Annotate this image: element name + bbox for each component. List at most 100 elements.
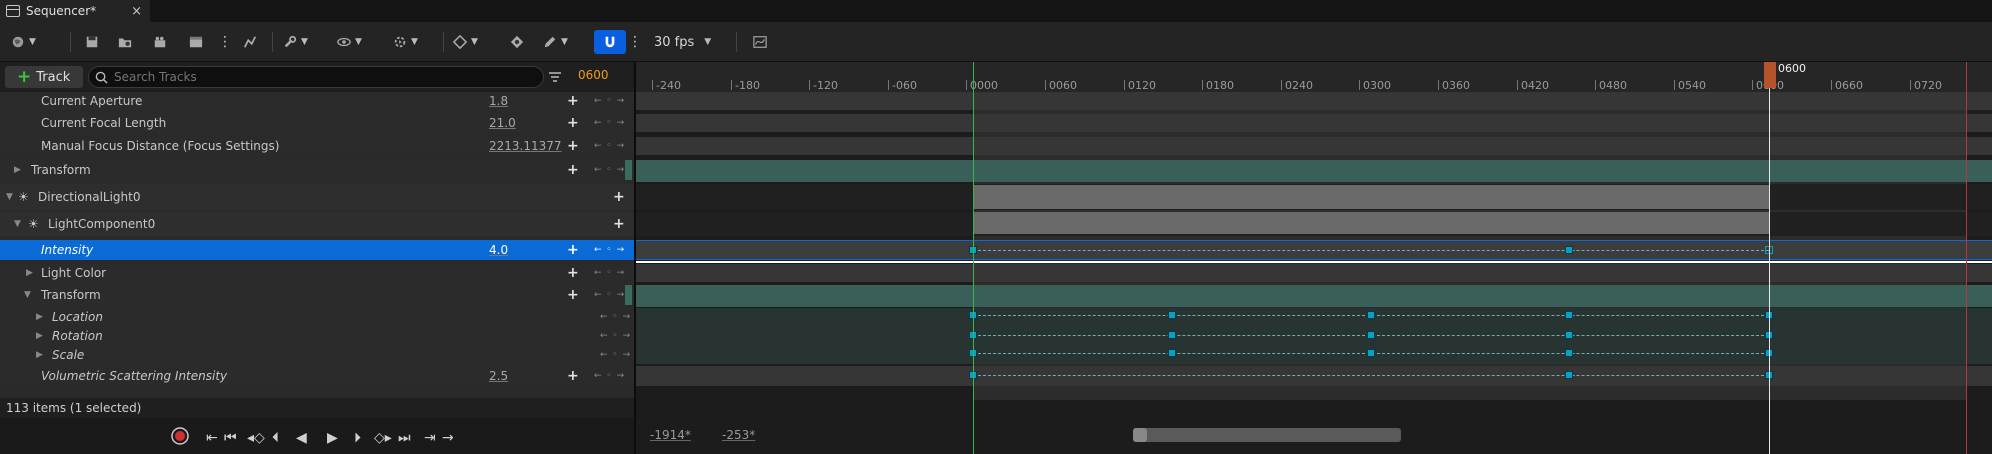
- add-key-icon[interactable]: +: [567, 138, 579, 154]
- track-value[interactable]: 2213.11377: [489, 139, 562, 153]
- key-nav-icon[interactable]: ← ◦ →: [594, 165, 625, 175]
- key-nav-icon[interactable]: ← ◦ →: [600, 312, 631, 322]
- key-nav-icon[interactable]: ← ◦ →: [594, 245, 625, 255]
- keyframe[interactable]: [1565, 331, 1573, 339]
- playhead-line[interactable]: [1769, 62, 1770, 454]
- collapse-arrow-icon[interactable]: ▼: [24, 290, 31, 300]
- section-bar[interactable]: [973, 185, 1769, 209]
- scrollbar-handle[interactable]: [1133, 428, 1147, 442]
- close-icon[interactable]: ×: [131, 4, 142, 19]
- transform-lane[interactable]: [636, 160, 1992, 182]
- add-track-button[interactable]: + Track: [5, 66, 83, 88]
- keyframe[interactable]: [1565, 311, 1573, 319]
- transform-channels[interactable]: [636, 308, 1992, 364]
- track-row[interactable]: Current Aperture 1.8 + ← ◦ →: [0, 92, 634, 110]
- track-value[interactable]: 21.0: [489, 116, 516, 130]
- key-nav-icon[interactable]: ← ◦ →: [594, 371, 625, 381]
- track-row-selected[interactable]: Intensity 4.0 + ← ◦ →: [0, 240, 634, 260]
- expand-arrow-icon[interactable]: ▶: [36, 350, 43, 360]
- track-value[interactable]: 4.0: [489, 243, 508, 257]
- playback-end-marker[interactable]: [1966, 62, 1967, 454]
- section-bar[interactable]: [973, 212, 1769, 234]
- transform-lane[interactable]: [636, 285, 1992, 307]
- expand-arrow-icon[interactable]: ▶: [14, 165, 21, 175]
- horizontal-scrollbar[interactable]: [1133, 428, 1401, 442]
- track-lane[interactable]: [636, 264, 1992, 282]
- search-input[interactable]: [114, 70, 514, 84]
- loop-button[interactable]: →: [442, 430, 454, 446]
- track-row[interactable]: ▶ Location ← ◦ →: [0, 308, 634, 326]
- world-button[interactable]: ▼: [10, 30, 36, 54]
- keyframe[interactable]: [1168, 331, 1176, 339]
- add-key-icon[interactable]: +: [567, 93, 579, 109]
- next-shot-button[interactable]: ⏭: [398, 430, 411, 446]
- prev-key-button[interactable]: ◂◇: [247, 430, 265, 446]
- track-row[interactable]: ▶ Transform + ← ◦ →: [0, 160, 634, 180]
- more-options-button[interactable]: ⋮: [218, 30, 232, 54]
- play-button[interactable]: ▶: [327, 430, 338, 446]
- keyframe[interactable]: [1168, 349, 1176, 357]
- step-forward-button[interactable]: ⏵: [354, 430, 361, 446]
- curve-editor-button[interactable]: [750, 30, 770, 54]
- component-lane[interactable]: [636, 212, 1992, 236]
- sequencer-tab[interactable]: Sequencer* ×: [0, 0, 150, 22]
- add-key-icon[interactable]: +: [613, 189, 625, 205]
- snap-options-button[interactable]: ⋮: [628, 30, 642, 54]
- track-value[interactable]: 1.8: [489, 94, 508, 108]
- expand-arrow-icon[interactable]: ▶: [36, 331, 43, 341]
- playback-options-button[interactable]: ▼: [392, 30, 418, 54]
- track-value[interactable]: 2.5: [489, 369, 508, 383]
- key-nav-icon[interactable]: ← ◦ →: [594, 268, 625, 278]
- track-row[interactable]: ▶ Rotation ← ◦ →: [0, 327, 634, 345]
- curve-button[interactable]: [240, 30, 260, 54]
- key-nav-icon[interactable]: ← ◦ →: [600, 331, 631, 341]
- step-back-button[interactable]: ⏴: [272, 430, 279, 446]
- key-nav-icon[interactable]: ← ◦ →: [594, 96, 625, 106]
- auto-key-button[interactable]: [507, 30, 527, 54]
- add-key-icon[interactable]: +: [567, 162, 579, 178]
- add-key-icon[interactable]: +: [567, 242, 579, 258]
- frame-rate-select[interactable]: 30 fps ▼: [654, 30, 711, 54]
- keyframe[interactable]: [1565, 371, 1573, 379]
- keyframe[interactable]: [1565, 246, 1573, 254]
- current-frame[interactable]: 0600: [578, 68, 609, 82]
- render-button[interactable]: [186, 30, 206, 54]
- intensity-lane[interactable]: [636, 240, 1992, 260]
- track-row[interactable]: Manual Focus Distance (Focus Settings) 2…: [0, 137, 634, 155]
- add-key-icon[interactable]: +: [567, 265, 579, 281]
- expand-arrow-icon[interactable]: ▶: [36, 312, 43, 322]
- view-options-button[interactable]: ▼: [336, 30, 362, 54]
- jump-start-button[interactable]: ⇤: [206, 430, 218, 446]
- track-row[interactable]: ▼ Transform + ← ◦ →: [0, 285, 634, 305]
- keyframe[interactable]: [1367, 331, 1375, 339]
- collapse-arrow-icon[interactable]: ▼: [14, 219, 21, 229]
- track-lane[interactable]: [636, 137, 1992, 155]
- add-key-icon[interactable]: +: [613, 216, 625, 232]
- track-row[interactable]: ▼ ☀ LightComponent0 +: [0, 212, 634, 236]
- jump-end-button[interactable]: ⇥: [424, 430, 436, 446]
- actor-lane[interactable]: [636, 184, 1992, 210]
- keyframe[interactable]: [1367, 311, 1375, 319]
- key-nav-icon[interactable]: ← ◦ →: [594, 290, 625, 300]
- next-key-button[interactable]: ◇▸: [374, 430, 392, 446]
- track-row[interactable]: Current Focal Length 21.0 + ← ◦ →: [0, 114, 634, 132]
- key-options-button[interactable]: ▼: [452, 30, 478, 54]
- snap-toggle[interactable]: [594, 30, 626, 54]
- playback-start-marker[interactable]: [973, 62, 974, 454]
- expand-arrow-icon[interactable]: ▶: [26, 268, 33, 278]
- tools-button[interactable]: ▼: [282, 30, 308, 54]
- camera-button[interactable]: [150, 30, 170, 54]
- add-key-icon[interactable]: +: [567, 287, 579, 303]
- keyframe[interactable]: [1367, 349, 1375, 357]
- browse-button[interactable]: [115, 30, 135, 54]
- record-button[interactable]: [170, 426, 190, 450]
- save-button[interactable]: [82, 30, 102, 54]
- playhead-handle[interactable]: [1764, 62, 1776, 88]
- search-field[interactable]: [88, 66, 544, 88]
- track-row[interactable]: ▼ ☀ DirectionalLight0 +: [0, 184, 634, 210]
- track-row[interactable]: ▶ Light Color + ← ◦ →: [0, 264, 634, 282]
- track-row[interactable]: ▶ Scale ← ◦ →: [0, 346, 634, 364]
- filter-icon[interactable]: [548, 70, 562, 84]
- view-range-start[interactable]: -1914*: [650, 428, 691, 442]
- key-nav-icon[interactable]: ← ◦ →: [600, 350, 631, 360]
